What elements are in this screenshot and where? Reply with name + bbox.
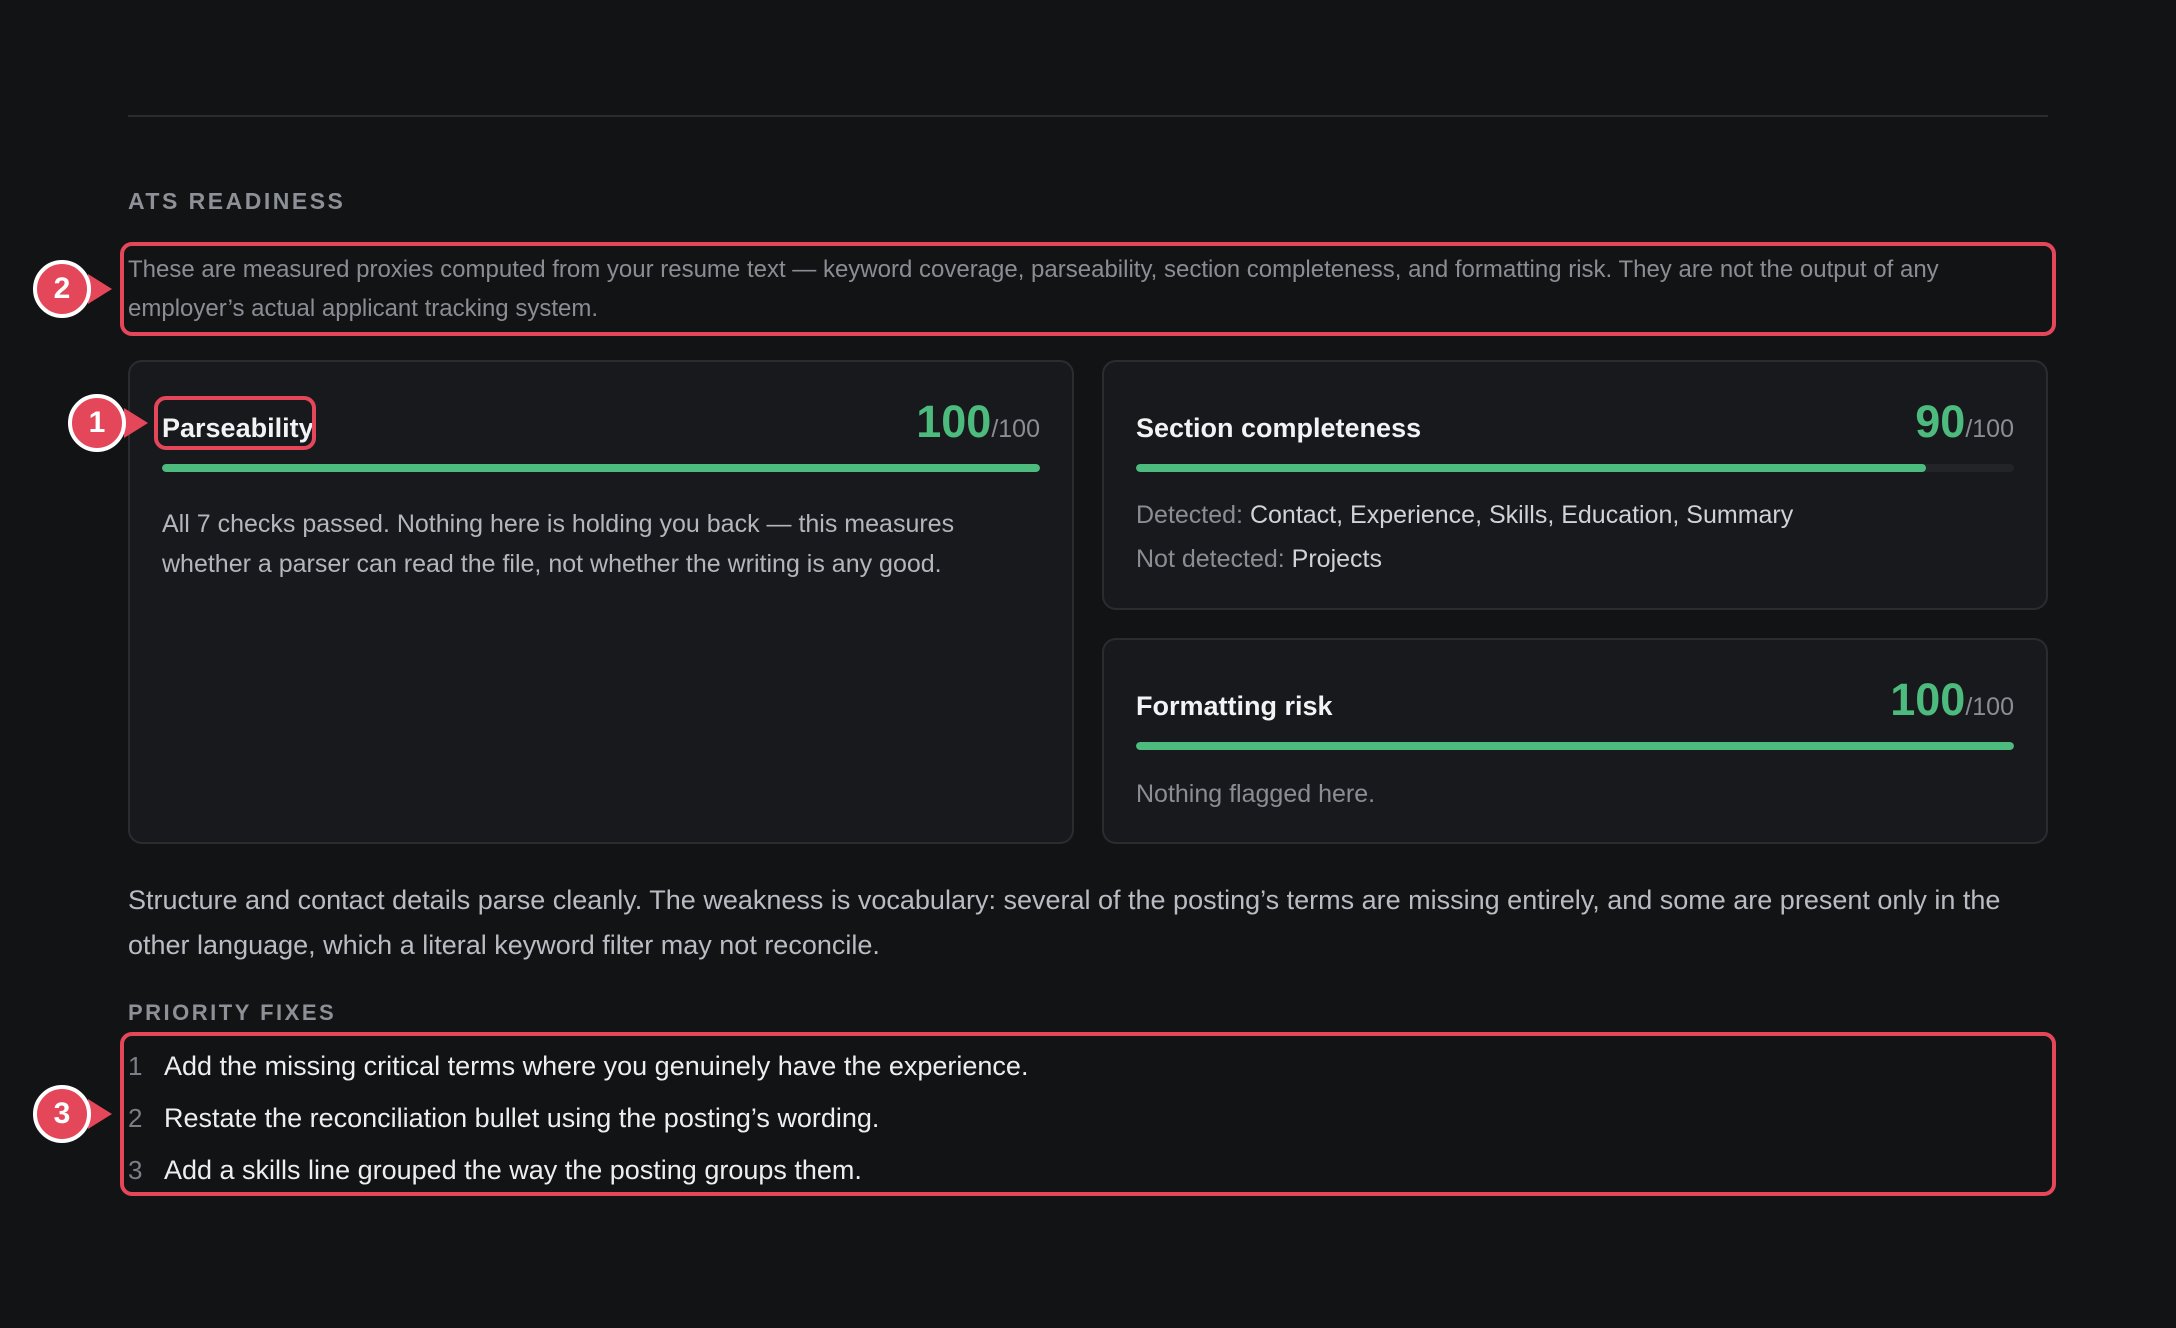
formatting-risk-score: 100/100 <box>1890 674 2014 726</box>
not-detected-row: Not detected: Projects <box>1136 540 2014 578</box>
priority-fixes-heading: PRIORITY FIXES <box>128 1000 337 1025</box>
card-header: Section completeness 90/100 <box>1136 392 2014 452</box>
top-divider <box>128 115 2048 117</box>
highlight-priority-fixes <box>120 1032 2056 1196</box>
score-max: /100 <box>991 415 1040 443</box>
formatting-risk-card: Formatting risk 100/100 Nothing flagged … <box>1102 638 2048 844</box>
detected-value: Contact, Experience, Skills, Education, … <box>1249 501 1794 529</box>
pointer-arrow-2 <box>88 274 112 304</box>
pointer-arrow-3 <box>88 1099 112 1129</box>
pointer-arrow-1 <box>124 408 148 438</box>
detected-label: Detected: <box>1136 501 1244 529</box>
section-completeness-progress-bar <box>1136 464 2014 472</box>
highlight-intro <box>120 242 2056 336</box>
score-value: 90 <box>1915 396 1966 447</box>
score-value: 100 <box>916 396 992 447</box>
formatting-risk-progress-bar <box>1136 742 2014 750</box>
parseability-score: 100/100 <box>916 396 1040 448</box>
score-max: /100 <box>1965 693 2014 721</box>
annotation-badge-1: 1 <box>68 394 126 452</box>
parseability-description: All 7 checks passed. Nothing here is hol… <box>162 510 955 578</box>
formatting-risk-title: Formatting risk <box>1136 691 1333 721</box>
not-detected-value: Projects <box>1291 545 1382 573</box>
not-detected-label: Not detected: <box>1136 545 1285 573</box>
formatting-risk-description: Nothing flagged here. <box>1136 780 1376 808</box>
annotation-badge-2: 2 <box>33 260 91 318</box>
summary-text: Structure and contact details parse clea… <box>128 885 2001 960</box>
highlight-parseability-title <box>154 396 316 450</box>
section-heading: ATS READINESS <box>128 188 346 214</box>
section-completeness-card: Section completeness 90/100 Detected: Co… <box>1102 360 2048 610</box>
section-completeness-title: Section completeness <box>1136 413 1422 443</box>
detected-row: Detected: Contact, Experience, Skills, E… <box>1136 496 2014 534</box>
progress-fill <box>1136 742 2014 750</box>
section-completeness-score: 90/100 <box>1915 396 2014 448</box>
card-header: Formatting risk 100/100 <box>1136 670 2014 730</box>
parseability-progress-bar <box>162 464 1040 472</box>
annotation-badge-3: 3 <box>33 1085 91 1143</box>
progress-fill <box>162 464 1040 472</box>
progress-fill <box>1136 464 1927 472</box>
score-value: 100 <box>1890 674 1966 725</box>
score-max: /100 <box>1965 415 2014 443</box>
